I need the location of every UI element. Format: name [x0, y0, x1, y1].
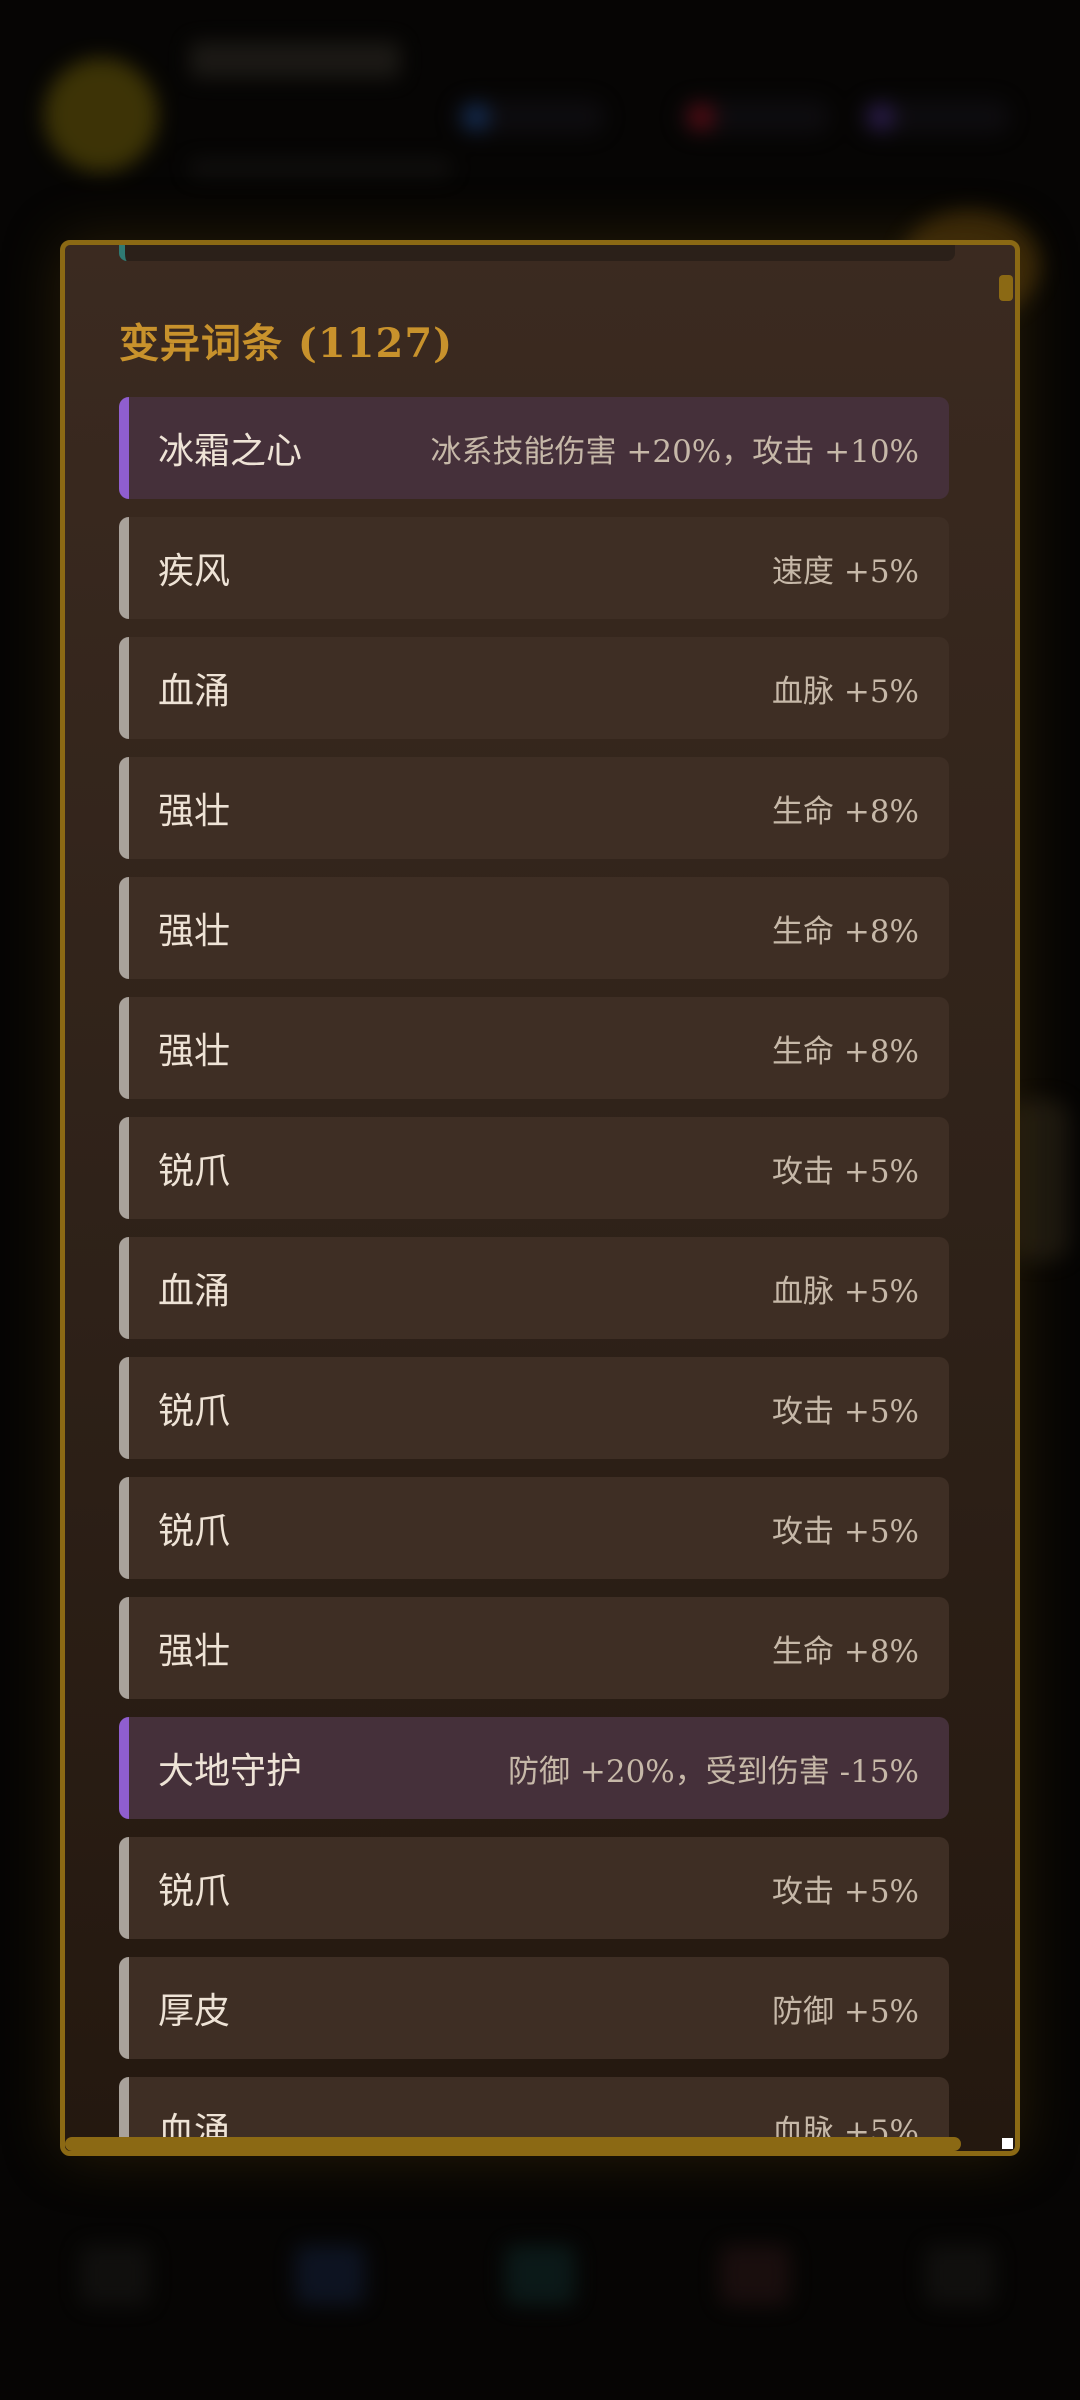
traits-dialog[interactable]: 变异词条 (1127) 冰霜之心 冰系技能伤害 +20%，攻击 +10% 疾风 速度…	[60, 240, 1020, 2156]
resource-pill	[680, 100, 830, 134]
trait-effect: 攻击 +5%	[771, 1153, 919, 1190]
scroll-corner	[1002, 2138, 1013, 2149]
trait-effect: 生命 +8%	[771, 1033, 919, 1070]
trait-effect: 血脉 +5%	[771, 1273, 919, 1310]
resource-pill	[455, 100, 605, 134]
trait-row[interactable]: 锐爪 攻击 +5%	[119, 1117, 949, 1219]
trait-name: 大地守护	[158, 1751, 303, 1792]
trait-effect: 攻击 +5%	[771, 1393, 919, 1430]
trait-name: 血涌	[158, 1271, 231, 1312]
trait-row[interactable]: 冰霜之心 冰系技能伤害 +20%，攻击 +10%	[119, 397, 949, 499]
nav-icon	[505, 2245, 575, 2305]
nav-icon	[925, 2245, 995, 2305]
trait-name: 冰霜之心	[158, 431, 303, 472]
avatar	[44, 58, 158, 172]
trait-name: 锐爪	[158, 1151, 231, 1192]
trait-name: 锐爪	[158, 1511, 231, 1552]
trait-row[interactable]: 锐爪 攻击 +5%	[119, 1837, 949, 1939]
trait-effect: 攻击 +5%	[771, 1873, 919, 1910]
previous-item-edge	[119, 245, 955, 261]
nav-icon	[720, 2245, 790, 2305]
trait-name: 锐爪	[158, 1391, 231, 1432]
trait-row[interactable]: 锐爪 攻击 +5%	[119, 1477, 949, 1579]
trait-name: 强壮	[158, 1631, 231, 1672]
trait-name: 血涌	[158, 671, 231, 712]
player-subtitle-placeholder	[190, 160, 450, 176]
trait-row[interactable]: 血涌 血脉 +5%	[119, 637, 949, 739]
trait-effect: 防御 +20%，受到伤害 -15%	[508, 1753, 919, 1790]
trait-row[interactable]: 强壮 生命 +8%	[119, 997, 949, 1099]
trait-name: 强壮	[158, 1031, 231, 1072]
trait-effect: 防御 +5%	[771, 1993, 919, 2030]
trait-effect: 生命 +8%	[771, 913, 919, 950]
trait-row[interactable]: 强壮 生命 +8%	[119, 877, 949, 979]
vertical-scrollbar[interactable]	[999, 275, 1013, 301]
trait-effect: 生命 +8%	[771, 1633, 919, 1670]
trait-list[interactable]: 冰霜之心 冰系技能伤害 +20%，攻击 +10% 疾风 速度 +5% 血涌 血脉 +5…	[119, 397, 949, 2151]
trait-effect: 血脉 +5%	[771, 673, 919, 710]
trait-row[interactable]: 厚皮 防御 +5%	[119, 1957, 949, 2059]
resource-pill	[860, 100, 1010, 134]
trait-name: 疾风	[158, 551, 231, 592]
player-name-placeholder	[190, 42, 400, 78]
trait-effect: 冰系技能伤害 +20%，攻击 +10%	[430, 433, 919, 470]
trait-row[interactable]: 强壮 生命 +8%	[119, 1597, 949, 1699]
trait-effect: 攻击 +5%	[771, 1513, 919, 1550]
trait-effect: 生命 +8%	[771, 793, 919, 830]
dialog-title: 变异词条 (1127)	[119, 320, 454, 367]
trait-row[interactable]: 锐爪 攻击 +5%	[119, 1357, 949, 1459]
trait-effect: 速度 +5%	[771, 553, 919, 590]
trait-name: 强壮	[158, 791, 231, 832]
nav-icon	[80, 2245, 150, 2305]
nav-icon	[295, 2245, 365, 2305]
trait-row[interactable]: 血涌 血脉 +5%	[119, 1237, 949, 1339]
trait-row[interactable]: 强壮 生命 +8%	[119, 757, 949, 859]
horizontal-scrollbar[interactable]	[65, 2137, 961, 2151]
trait-row[interactable]: 大地守护 防御 +20%，受到伤害 -15%	[119, 1717, 949, 1819]
trait-row[interactable]: 疾风 速度 +5%	[119, 517, 949, 619]
trait-name: 锐爪	[158, 1871, 231, 1912]
trait-name: 强壮	[158, 911, 231, 952]
trait-name: 厚皮	[158, 1991, 231, 2032]
